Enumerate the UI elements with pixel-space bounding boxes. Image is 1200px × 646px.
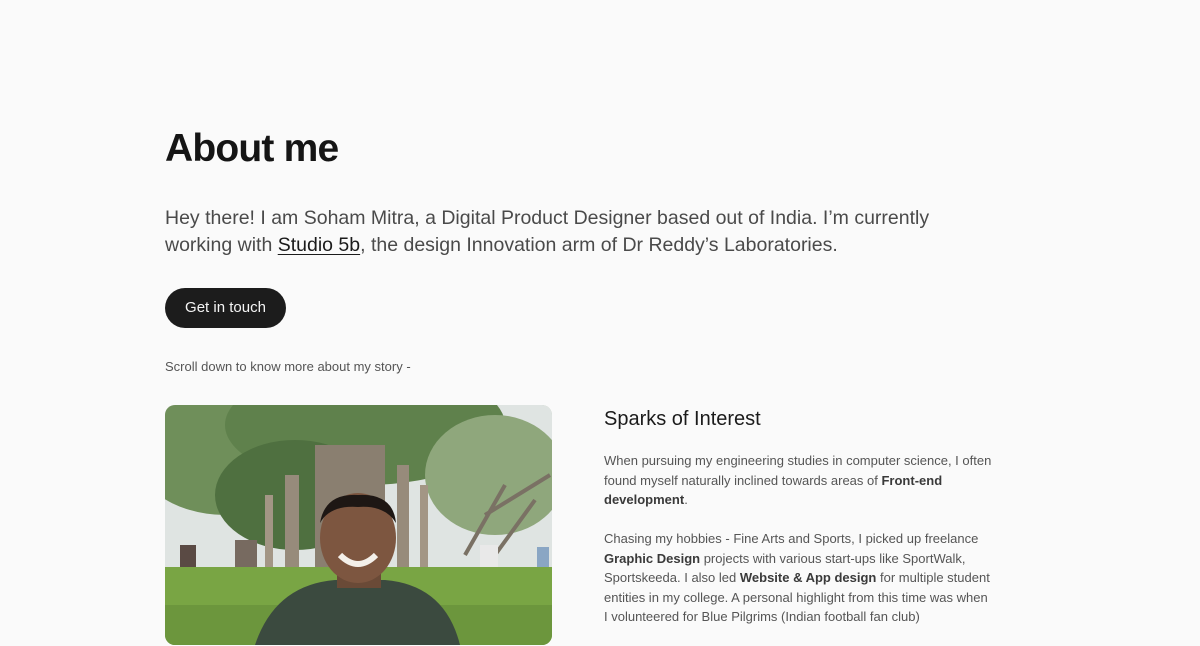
section-title: Sparks of Interest — [604, 408, 761, 430]
p1-text-2: . — [684, 492, 688, 507]
intro-paragraph: Hey there! I am Soham Mitra, a Digital P… — [165, 205, 965, 259]
p2-text-1: Chasing my hobbies - Fine Arts and Sport… — [604, 531, 979, 546]
scroll-hint: Scroll down to know more about my story … — [165, 359, 411, 374]
story-paragraph-2: Chasing my hobbies - Fine Arts and Sport… — [604, 529, 994, 627]
intro-text-end: , the design Innovation arm of Dr Reddy’… — [360, 234, 838, 256]
story-paragraph-1: When pursuing my engineering studies in … — [604, 451, 994, 510]
page-title: About me — [165, 127, 339, 170]
get-in-touch-button[interactable]: Get in touch — [165, 288, 286, 328]
portrait-photo — [165, 405, 552, 645]
story-text: When pursuing my engineering studies in … — [604, 451, 994, 646]
studio-5b-link[interactable]: Studio 5b — [278, 234, 360, 256]
p2-bold-1: Graphic Design — [604, 550, 701, 566]
p2-bold-2: Website & App design — [739, 570, 877, 585]
